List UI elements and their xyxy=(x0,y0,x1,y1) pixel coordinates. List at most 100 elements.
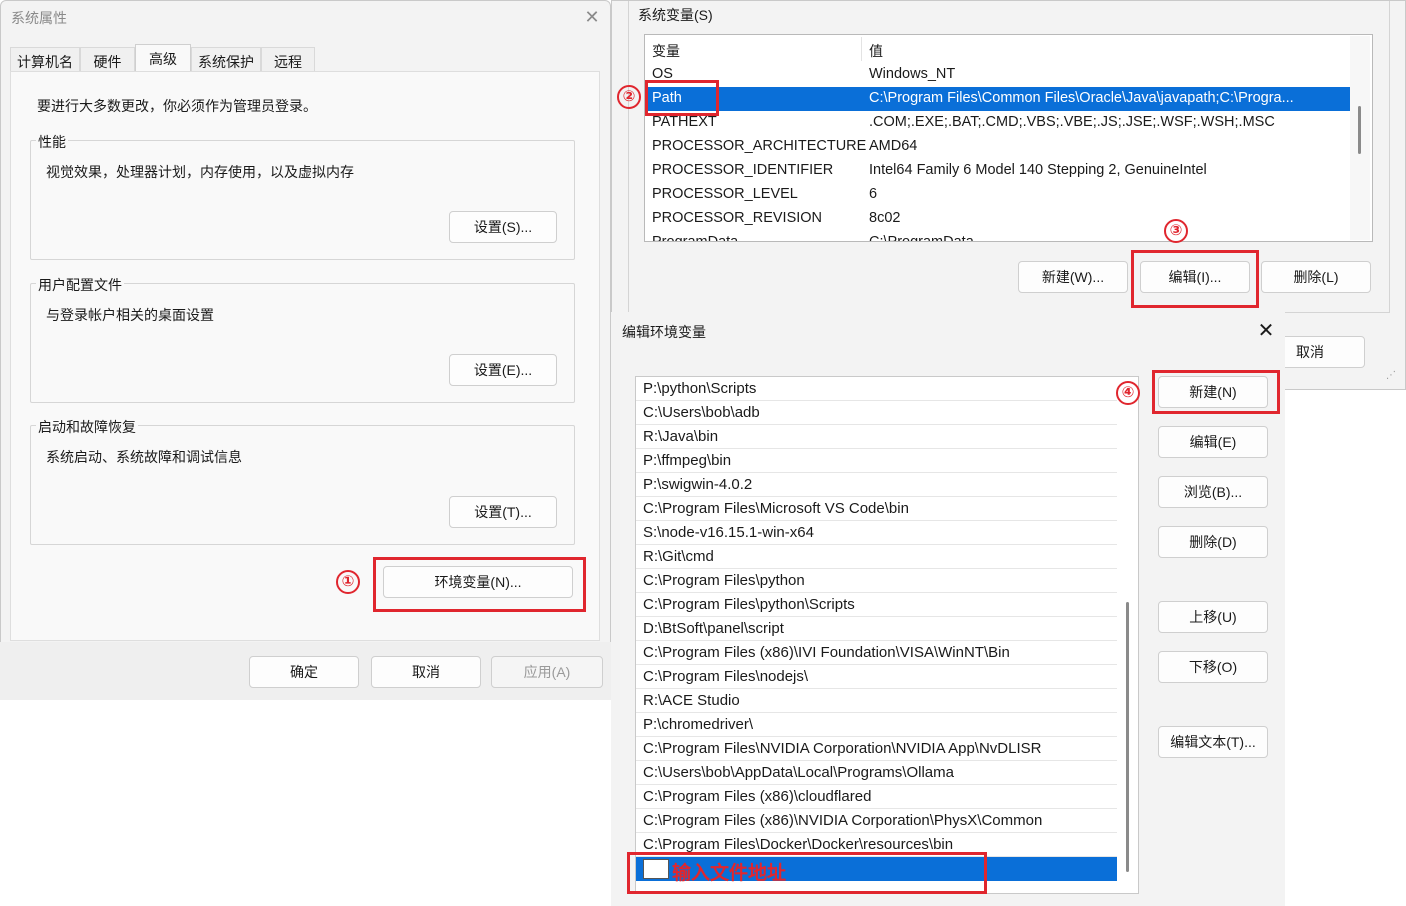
path-text: S:\node-v16.15.1-win-x64 xyxy=(643,524,814,541)
path-text: C:\Program Files\NVIDIA Corporation\NVID… xyxy=(643,740,1042,757)
list-item[interactable]: C:\Program Files (x86)\NVIDIA Corporatio… xyxy=(636,809,1117,833)
list-item[interactable]: P:\swigwin-4.0.2 xyxy=(636,473,1117,497)
edit-path-button[interactable]: 编辑(E) xyxy=(1158,426,1268,458)
table-row[interactable]: PROCESSOR_ARCHITECTURE AMD64 xyxy=(645,135,1350,159)
apply-button[interactable]: 应用(A) xyxy=(491,656,603,688)
list-item[interactable]: R:\Java\bin xyxy=(636,425,1117,449)
startup-recovery-settings-button[interactable]: 设置(T)... xyxy=(449,496,557,528)
list-item[interactable]: R:\ACE Studio xyxy=(636,689,1117,713)
close-icon[interactable]: ✕ xyxy=(1255,320,1277,342)
path-text: R:\ACE Studio xyxy=(643,692,740,709)
tab-hardware[interactable]: 硬件 xyxy=(80,47,135,72)
path-text: C:\Program Files (x86)\cloudflared xyxy=(643,788,872,805)
variable-value: 8c02 xyxy=(869,210,901,226)
list-item[interactable]: P:\python\Scripts xyxy=(636,377,1117,401)
tab-remote[interactable]: 远程 xyxy=(261,47,315,72)
system-variables-list[interactable]: 变量 值 OS Windows_NT Path C:\Program Files\C… xyxy=(644,34,1373,242)
highlight-box-new-entry xyxy=(627,852,987,894)
move-up-button[interactable]: 上移(U) xyxy=(1158,601,1268,633)
table-row[interactable]: PROCESSOR_IDENTIFIER Intel64 Family 6 Mod… xyxy=(645,159,1350,183)
delete-variable-button[interactable]: 删除(L) xyxy=(1261,261,1371,293)
variable-value: Windows_NT xyxy=(869,66,956,82)
path-text: C:\Program Files (x86)\NVIDIA Corporatio… xyxy=(643,812,1043,829)
table-row[interactable]: PROCESSOR_LEVEL 6 xyxy=(645,183,1350,207)
column-variable[interactable]: 变量 xyxy=(652,41,680,61)
variable-value: 6 xyxy=(869,186,878,202)
list-item[interactable]: P:\ffmpeg\bin xyxy=(636,449,1117,473)
variable-name: PROCESSOR_ARCHITECTURE xyxy=(652,138,867,154)
admin-notice: 要进行大多数更改，你必须作为管理员登录。 xyxy=(37,98,317,114)
list-item[interactable]: C:\Program Files\python\Scripts xyxy=(636,593,1117,617)
path-text: C:\Program Files\nodejs\ xyxy=(643,668,809,685)
path-entries-list[interactable]: P:\python\Scripts C:\Users\bob\adb R:\Ja… xyxy=(635,376,1139,894)
list-item[interactable]: R:\Git\cmd xyxy=(636,545,1117,569)
list-item[interactable]: P:\chromedriver\ xyxy=(636,713,1117,737)
user-profiles-settings-button[interactable]: 设置(E)... xyxy=(449,354,557,386)
move-down-button[interactable]: 下移(O) xyxy=(1158,651,1268,683)
path-text: D:\BtSoft\panel\script xyxy=(643,620,784,637)
path-text: C:\Program Files\Microsoft VS Code\bin xyxy=(643,500,909,517)
list-item[interactable]: C:\Users\bob\adb xyxy=(636,401,1117,425)
variable-value: Intel64 Family 6 Model 140 Stepping 2, G… xyxy=(869,162,1207,178)
table-row[interactable]: PROCESSOR_REVISION 8c02 xyxy=(645,207,1350,231)
list-item[interactable]: C:\Program Files\nodejs\ xyxy=(636,665,1117,689)
startup-recovery-description: 系统启动、系统故障和调试信息 xyxy=(46,449,242,465)
system-variables-scrollbar[interactable] xyxy=(1350,36,1370,240)
scrollbar-thumb[interactable] xyxy=(1358,106,1361,154)
ok-button[interactable]: 确定 xyxy=(249,656,359,688)
path-text: C:\Program Files\python\Scripts xyxy=(643,596,855,613)
highlight-box-edit-button xyxy=(1131,250,1259,308)
path-text: P:\swigwin-4.0.2 xyxy=(643,476,753,493)
path-text: P:\ffmpeg\bin xyxy=(643,452,732,469)
tab-system-protection[interactable]: 系统保护 xyxy=(191,47,261,72)
tab-advanced[interactable]: 高级 xyxy=(135,44,191,73)
list-item[interactable]: C:\Program Files (x86)\cloudflared xyxy=(636,785,1117,809)
scrollbar-thumb[interactable] xyxy=(1126,602,1129,872)
variable-value: C:\ProgramData xyxy=(869,234,974,242)
variable-name: PROCESSOR_REVISION xyxy=(652,210,823,226)
path-text: C:\Users\bob\AppData\Local\Programs\Olla… xyxy=(643,764,954,781)
system-variables-title: 系统变量(S) xyxy=(636,5,715,25)
browse-button[interactable]: 浏览(B)... xyxy=(1158,476,1268,508)
variable-name: PROCESSOR_LEVEL xyxy=(652,186,798,202)
new-variable-button[interactable]: 新建(W)... xyxy=(1018,261,1128,293)
table-row[interactable]: OS Windows_NT xyxy=(645,63,1350,87)
highlight-box-path-row xyxy=(645,80,719,116)
close-icon[interactable]: ✕ xyxy=(581,6,603,28)
variable-value: AMD64 xyxy=(869,138,918,154)
path-text: P:\python\Scripts xyxy=(643,380,757,397)
path-text: C:\Program Files\python xyxy=(643,572,805,589)
list-header: 变量 值 xyxy=(645,35,1350,63)
edit-dialog-title: 编辑环境变量 xyxy=(622,324,706,340)
edit-text-button[interactable]: 编辑文本(T)... xyxy=(1158,726,1268,758)
list-item[interactable]: C:\Program Files\python xyxy=(636,569,1117,593)
column-value[interactable]: 值 xyxy=(869,41,883,61)
path-text: R:\Java\bin xyxy=(643,428,719,445)
delete-path-button[interactable]: 删除(D) xyxy=(1158,526,1268,558)
step-marker-3: ③ xyxy=(1164,219,1188,243)
column-divider[interactable] xyxy=(861,37,862,61)
dialog-title: 系统属性 xyxy=(11,10,67,26)
user-profiles-group-title: 用户配置文件 xyxy=(36,275,124,295)
path-text: P:\chromedriver\ xyxy=(643,716,754,733)
step-marker-4: ④ xyxy=(1116,381,1140,405)
variable-value: .COM;.EXE;.BAT;.CMD;.VBS;.VBE;.JS;.JSE;.… xyxy=(869,114,1275,130)
list-item[interactable]: D:\BtSoft\panel\script xyxy=(636,617,1117,641)
startup-recovery-group-title: 启动和故障恢复 xyxy=(36,417,138,437)
table-row-selected[interactable]: Path C:\Program Files\Common Files\Oracle… xyxy=(645,87,1350,111)
resize-grip-icon[interactable]: ⋰ xyxy=(1386,370,1400,384)
list-item[interactable]: C:\Users\bob\AppData\Local\Programs\Olla… xyxy=(636,761,1117,785)
cancel-button[interactable]: 取消 xyxy=(371,656,481,688)
tab-computer-name[interactable]: 计算机名 xyxy=(10,47,80,72)
table-row[interactable]: ProgramData C:\ProgramData xyxy=(645,231,1350,242)
user-profiles-description: 与登录帐户相关的桌面设置 xyxy=(46,307,214,323)
list-item[interactable]: C:\Program Files\NVIDIA Corporation\NVID… xyxy=(636,737,1117,761)
list-item[interactable]: S:\node-v16.15.1-win-x64 xyxy=(636,521,1117,545)
list-item[interactable]: C:\Program Files (x86)\IVI Foundation\VI… xyxy=(636,641,1117,665)
performance-settings-button[interactable]: 设置(S)... xyxy=(449,211,557,243)
path-text: R:\Git\cmd xyxy=(643,548,714,565)
path-list-scrollbar[interactable] xyxy=(1118,378,1137,892)
list-item[interactable]: C:\Program Files\Microsoft VS Code\bin xyxy=(636,497,1117,521)
step-marker-1: ① xyxy=(336,570,360,594)
table-row[interactable]: PATHEXT .COM;.EXE;.BAT;.CMD;.VBS;.VBE;.JS… xyxy=(645,111,1350,135)
